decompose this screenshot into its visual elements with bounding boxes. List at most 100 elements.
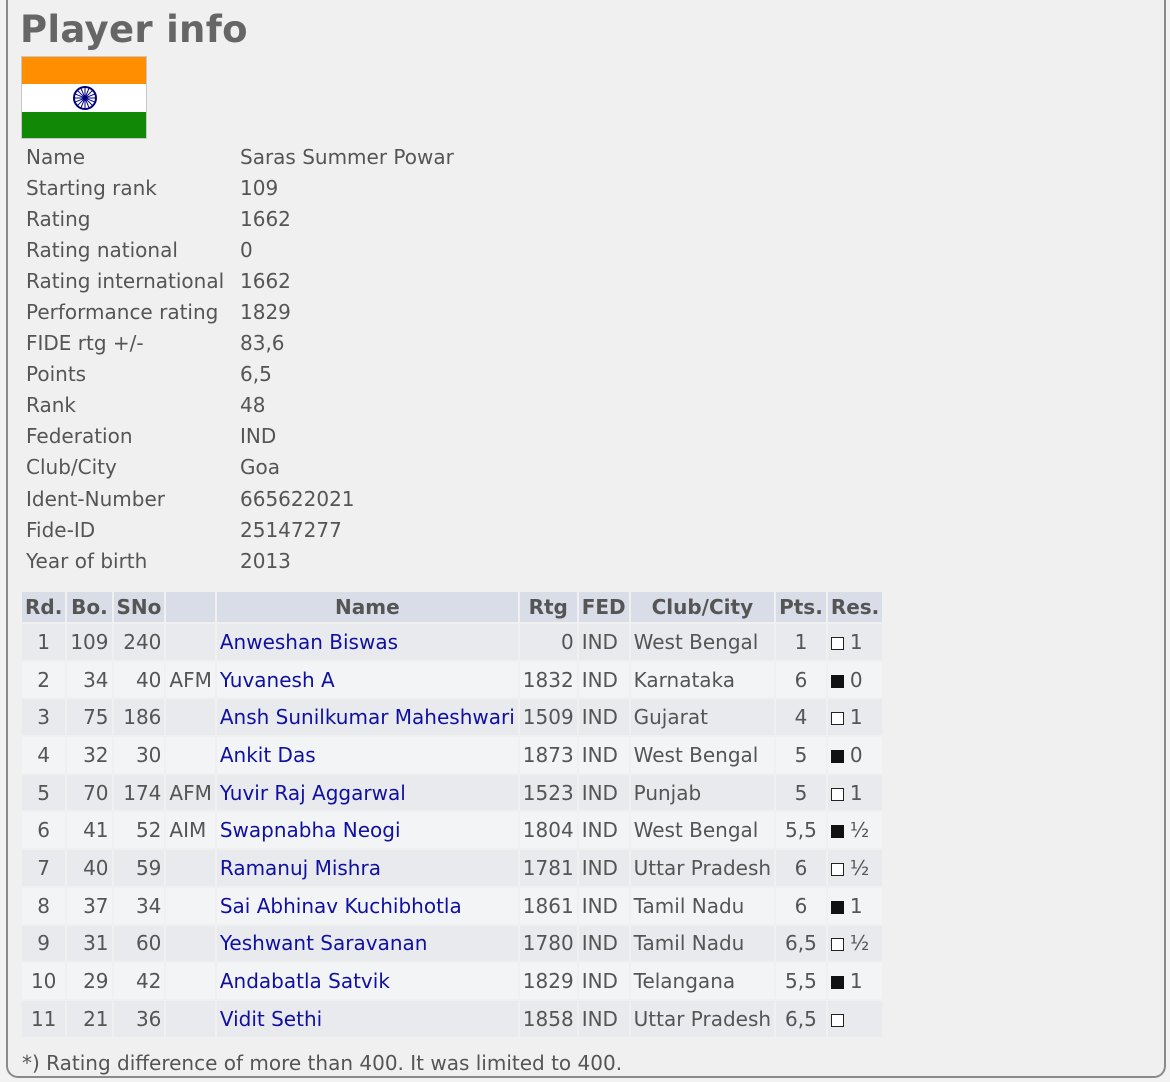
club-cell: West Bengal: [630, 624, 775, 660]
start-no-cell: 60: [113, 925, 165, 962]
federation-cell: IND: [578, 737, 629, 773]
opponent-link[interactable]: Ramanuj Mishra: [220, 856, 381, 880]
round-cell: 6: [22, 812, 66, 849]
title-cell: [166, 1000, 215, 1037]
opponent-link[interactable]: Ankit Das: [220, 743, 316, 767]
points-cell: 6,5: [776, 925, 826, 962]
info-label: FIDE rtg +/-: [26, 331, 144, 356]
table-row: 3 75 186 Ansh Sunilkumar Maheshwari 1509 IND G…: [22, 699, 883, 736]
info-label: Rating national: [26, 237, 178, 262]
club-cell: Tamil Nadu: [630, 925, 775, 962]
col-club-header: Club/City: [630, 592, 775, 622]
title-cell: AFM: [166, 774, 215, 811]
club-cell: Uttar Pradesh: [630, 1000, 775, 1037]
opponent-link[interactable]: Ansh Sunilkumar Maheshwari: [220, 705, 515, 729]
info-row: Federation IND: [26, 421, 454, 452]
white-square-icon: [830, 862, 844, 876]
table-row: 7 40 59 Ramanuj Mishra 1781 IND Uttar Pradesh 6…: [22, 850, 883, 886]
round-cell: 9: [22, 925, 66, 962]
col-title-header: [166, 592, 215, 622]
round-cell: 8: [22, 887, 66, 924]
rating-cell: 1781: [519, 850, 577, 886]
info-row: FIDE rtg +/- 83,6: [26, 328, 454, 359]
opponent-link[interactable]: Sai Abhinav Kuchibhotla: [220, 894, 462, 918]
table-row: 9 31 60 Yeshwant Saravanan 1780 IND Tamil Nadu…: [22, 925, 883, 962]
table-row: 2 34 40 AFM Yuvanesh A 1832 IND Karnataka 6 0: [22, 661, 883, 698]
games-header-row: Rd. Bo. SNo Name Rtg FED Club/City Pts. Res.: [22, 592, 883, 622]
table-row: 1 109 240 Anweshan Biswas 0 IND West Bengal 1 1: [22, 624, 883, 660]
opponent-name: Yeshwant Saravanan: [216, 925, 518, 962]
points-cell: 4: [776, 699, 826, 736]
opponent-link[interactable]: Yuvir Raj Aggarwal: [220, 781, 406, 805]
board-cell: 75: [67, 699, 112, 736]
federation-cell: IND: [578, 850, 629, 886]
board-cell: 21: [67, 1000, 112, 1037]
info-value: 0: [240, 237, 253, 262]
club-cell: Gujarat: [630, 699, 775, 736]
club-cell: Uttar Pradesh: [630, 850, 775, 886]
points-cell: 5: [776, 774, 826, 811]
board-cell: 32: [67, 737, 112, 773]
federation-cell: IND: [578, 774, 629, 811]
rating-cell: 1804: [519, 812, 577, 849]
opponent-name: Vidit Sethi: [216, 1000, 518, 1037]
federation-cell: IND: [578, 812, 629, 849]
info-value: 1662: [240, 206, 291, 231]
rating-cell: 0: [519, 624, 577, 660]
opponent-link[interactable]: Andabatla Satvik: [220, 969, 390, 993]
start-no-cell: 42: [113, 963, 165, 999]
info-label: Club/City: [26, 455, 117, 480]
rating-cell: 1861: [519, 887, 577, 924]
points-cell: 5,5: [776, 812, 826, 849]
opponent-name: Andabatla Satvik: [216, 963, 518, 999]
india-flag-icon: [21, 56, 147, 139]
opponent-name: Anweshan Biswas: [216, 624, 518, 660]
opponent-link[interactable]: Anweshan Biswas: [220, 630, 398, 654]
info-label: Name: [26, 144, 86, 169]
info-row: Ident-Number 665622021: [26, 483, 454, 514]
board-cell: 29: [67, 963, 112, 999]
result-value: ½: [849, 855, 870, 880]
result-value: 1: [849, 705, 863, 730]
info-value: 48: [240, 393, 266, 418]
rating-cell: 1873: [519, 737, 577, 773]
rating-footnote: *) Rating difference of more than 400. I…: [22, 1051, 623, 1075]
player-info-table: Name Saras Summer Powar Starting rank 109 Ra…: [26, 141, 454, 576]
opponent-link[interactable]: Swapnabha Neogi: [220, 818, 401, 842]
col-round-header: Rd.: [22, 592, 66, 622]
result-value: 1: [849, 893, 863, 918]
board-cell: 41: [67, 812, 112, 849]
federation-cell: IND: [578, 963, 629, 999]
points-cell: 5,5: [776, 963, 826, 999]
result-value: 0: [849, 667, 863, 692]
black-square-icon: [830, 674, 844, 688]
table-row: 10 29 42 Andabatla Satvik 1829 IND Telangana 5,…: [22, 963, 883, 999]
info-row: Name Saras Summer Powar: [26, 141, 454, 172]
info-row: Performance rating 1829: [26, 296, 454, 327]
black-square-icon: [830, 825, 844, 839]
board-cell: 70: [67, 774, 112, 811]
info-row: Rating national 0: [26, 234, 454, 265]
points-cell: 6: [776, 850, 826, 886]
page-title: Player info: [20, 8, 248, 51]
col-result-header: Res.: [827, 592, 883, 622]
info-label: Points: [26, 362, 87, 387]
round-cell: 10: [22, 963, 66, 999]
round-cell: 4: [22, 737, 66, 773]
col-rating-header: Rtg: [519, 592, 577, 622]
info-row: Points 6,5: [26, 359, 454, 390]
opponent-link[interactable]: Yeshwant Saravanan: [220, 931, 428, 955]
white-square-icon: [830, 787, 844, 801]
result-cell: ½: [827, 812, 883, 849]
info-value: 1829: [240, 300, 291, 325]
info-label: Rating international: [26, 268, 225, 293]
info-row: Club/City Goa: [26, 452, 454, 483]
opponent-name: Sai Abhinav Kuchibhotla: [216, 887, 518, 924]
club-cell: Karnataka: [630, 661, 775, 698]
opponent-link[interactable]: Vidit Sethi: [220, 1007, 322, 1031]
federation-cell: IND: [578, 661, 629, 698]
federation-cell: IND: [578, 699, 629, 736]
federation-cell: IND: [578, 1000, 629, 1037]
info-row: Fide-ID 25147277: [26, 514, 454, 545]
opponent-link[interactable]: Yuvanesh A: [220, 668, 335, 692]
